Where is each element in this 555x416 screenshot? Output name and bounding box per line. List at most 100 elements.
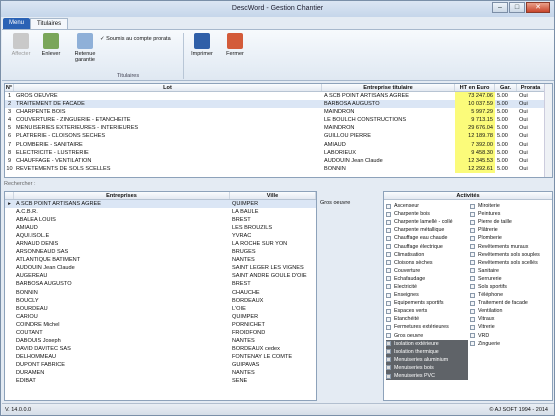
table-row[interactable]: 5 MENUISERIES EXTERIEURES - INTERIEURES MA… (5, 124, 552, 133)
header-ville[interactable]: Ville (230, 192, 316, 199)
activity-checkbox[interactable]: Menuiseries aluminium (386, 355, 468, 364)
table-row[interactable]: 7 PLOMBERIE - SANITAIRE AMIAUD 7 392.00 5.00… (5, 140, 552, 149)
list-item[interactable]: DABOUIS Joseph NANTES (5, 337, 316, 345)
activity-checkbox[interactable]: Climatisation (386, 251, 468, 259)
activity-checkbox[interactable]: Vitrerie (470, 323, 552, 331)
list-item[interactable]: BOURDEAU L'OIE (5, 305, 316, 313)
activity-checkbox[interactable]: Espaces verts (386, 307, 468, 315)
activity-checkbox[interactable]: Menuiseries PVC (386, 371, 468, 381)
header-entreprise[interactable]: Entreprise titulaire (322, 84, 455, 91)
list-item[interactable]: DELHOMMEAU FONTENAY LE COMTE (5, 353, 316, 361)
activity-checkbox[interactable]: Miroiterie (470, 202, 552, 210)
list-item[interactable]: ABALEA LOUIS BREST (5, 216, 316, 224)
activity-checkbox[interactable]: Charpente bois (386, 210, 468, 218)
list-item[interactable]: ATLANTIQUE BATIMENT NANTES (5, 256, 316, 264)
activity-checkbox[interactable]: Ventilation (470, 307, 552, 315)
header-entreprises[interactable]: Entreprises (14, 192, 230, 199)
table-row[interactable]: 8 ELECTRICITE - LUSTRERIE LABORIEUX 9 458.3… (5, 148, 552, 157)
list-item[interactable]: AQUI.ISOL.E YVRAC (5, 232, 316, 240)
list-item[interactable]: ▸ A SCB POINT ARTISANS AGREE QUIMPER (5, 200, 316, 209)
list-item[interactable]: AMIAUD LES BROUZILS (5, 224, 316, 232)
list-item[interactable]: DAVID DAVITEC SAS BORDEAUX cedex (5, 345, 316, 353)
list-item[interactable]: COUTANT FROIDFOND (5, 329, 316, 337)
activity-checkbox[interactable]: Téléphone (470, 291, 552, 299)
list-item[interactable]: A.C.B.R. LA BAULE (5, 208, 316, 216)
table-row[interactable]: 3 CHARPENTE BOIS MAINDRON 5 997.29 5.00 Oui (5, 108, 552, 117)
tab-titulaires[interactable]: Titulaires (30, 18, 69, 29)
table-row[interactable]: 2 TRAITEMENT DE FACADE BARBOSA AUGUSTO 10 0… (5, 100, 552, 109)
activity-checkbox[interactable]: Isolation extérieure (386, 339, 468, 348)
activity-checkbox[interactable]: Sanitaire (470, 267, 552, 275)
list-item[interactable]: AUGEREAU SAINT ANDRE GOULE D'OIE (5, 272, 316, 280)
enlever-button[interactable]: Enlever (36, 33, 66, 57)
list-item[interactable]: ARSONNEAUD SAS BRUGES (5, 248, 316, 256)
table-row[interactable]: 1 GROS OEUVRE A SCB POINT ARTISANS AGREE 73… (5, 92, 552, 101)
list-item[interactable]: DUPONT FABRICE GUIPAVAS (5, 361, 316, 369)
activity-checkbox[interactable]: Etanchéité (386, 315, 468, 323)
activity-label: Electricité (394, 283, 417, 290)
tab-menu[interactable]: Menu (3, 18, 31, 29)
activity-checkbox[interactable]: Chauffage électrique (386, 242, 468, 250)
activity-checkbox[interactable]: Revêtements muraux (470, 242, 552, 250)
fermer-button[interactable]: Fermer (220, 33, 250, 57)
activity-checkbox[interactable]: Charpente métallique (386, 226, 468, 234)
minimize-button[interactable]: – (492, 2, 508, 13)
activity-checkbox[interactable]: Pierre de taille (470, 218, 552, 226)
activity-checkbox[interactable]: Revêtements sols scellés (470, 259, 552, 267)
activity-checkbox[interactable]: Charpente lamellé - collé (386, 218, 468, 226)
maximize-button[interactable]: □ (509, 2, 525, 13)
activity-checkbox[interactable]: Couverture (386, 267, 468, 275)
table-row[interactable]: 10 REVETEMENTS DE SOLS SCELLES BONNIN 12 29… (5, 164, 552, 173)
table-cell: A SCB POINT ARTISANS AGREE (16, 201, 101, 207)
list-item[interactable]: EDIBAT SENE (5, 377, 316, 385)
activity-checkbox[interactable]: Isolation thermique (386, 347, 468, 356)
list-item[interactable]: AUDOUIN Jean Claude SAINT LEGER LES VIGNE… (5, 264, 316, 272)
activity-checkbox[interactable]: Echafaudage (386, 275, 468, 283)
list-item[interactable]: BARBOSA AUGUSTO BREST (5, 280, 316, 288)
imprimer-button[interactable]: Imprimer (187, 33, 217, 57)
list-item[interactable]: CARIOU QUIMPER (5, 313, 316, 321)
header-num[interactable]: N° (5, 84, 14, 91)
retenue-garantie-button[interactable]: Retenue garantie (68, 33, 102, 63)
affecter-button[interactable]: Affecter (6, 33, 36, 57)
activity-checkbox[interactable] (470, 348, 552, 356)
header-lot[interactable]: Lot (14, 84, 322, 91)
lots-scrollbar[interactable] (544, 84, 552, 177)
activity-checkbox[interactable]: Gros oeuvre (386, 332, 468, 340)
table-cell: COUTANT (16, 329, 43, 336)
activity-checkbox[interactable]: Vitraux (470, 315, 552, 323)
activity-checkbox[interactable]: Enseignes (386, 291, 468, 299)
list-item[interactable]: COINDRE Michel PORNICHET (5, 321, 316, 329)
activity-checkbox[interactable]: Ascenseur (386, 202, 468, 210)
activity-checkbox[interactable]: Menuiseries bois (386, 363, 468, 372)
list-item[interactable]: BONNIN CHAUCHE (5, 289, 316, 297)
table-row[interactable]: 9 CHAUFFAGE - VENTILATION AUDOUIN Jean Cla… (5, 156, 552, 165)
activity-checkbox[interactable]: Plomberie (470, 234, 552, 242)
table-row[interactable]: 6 PLATRERIE - CLOISONS SECHES GUILLOU PIER… (5, 132, 552, 141)
header-ht[interactable]: HT en Euro (455, 84, 495, 91)
activity-checkbox[interactable]: Plâtrerie (470, 226, 552, 234)
activity-checkbox[interactable]: Traitement de facade (470, 299, 552, 307)
header-gar[interactable]: Gar. (495, 84, 517, 91)
activity-checkbox[interactable] (470, 364, 552, 372)
activity-checkbox[interactable]: Electricité (386, 283, 468, 291)
activity-checkbox[interactable]: Fermetures extérieures (386, 323, 468, 331)
activity-checkbox[interactable]: VRD (470, 332, 552, 340)
activity-checkbox[interactable]: Serrurerie (470, 275, 552, 283)
list-item[interactable]: BOUCLY BORDEAUX (5, 297, 316, 305)
soumis-prorata-checkbox[interactable]: ✓ Soumis au compte prorata (100, 36, 171, 42)
table-row[interactable]: 4 COUVERTURE - ZINGUERIE - ETANCHEITE LE B… (5, 116, 552, 125)
activity-checkbox[interactable]: Chauffage eau chaude (386, 234, 468, 242)
activity-checkbox[interactable]: Revêtements sols souples (470, 251, 552, 259)
activity-checkbox[interactable]: Sols sportifs (470, 283, 552, 291)
activity-checkbox[interactable]: Peintures (470, 210, 552, 218)
activity-checkbox[interactable] (470, 356, 552, 364)
activity-checkbox[interactable] (470, 372, 552, 380)
header-prorata[interactable]: Prorata (517, 84, 545, 91)
activity-checkbox[interactable]: Equipements sportifs (386, 299, 468, 307)
list-item[interactable]: DURAMEN NANTES (5, 369, 316, 377)
activity-checkbox[interactable]: Zinguerie (470, 340, 552, 348)
list-item[interactable]: ARNAUD DENIS LA ROCHE SUR YON (5, 240, 316, 248)
close-button[interactable]: ✕ (526, 2, 550, 13)
activity-checkbox[interactable]: Cloisons sèches (386, 259, 468, 267)
